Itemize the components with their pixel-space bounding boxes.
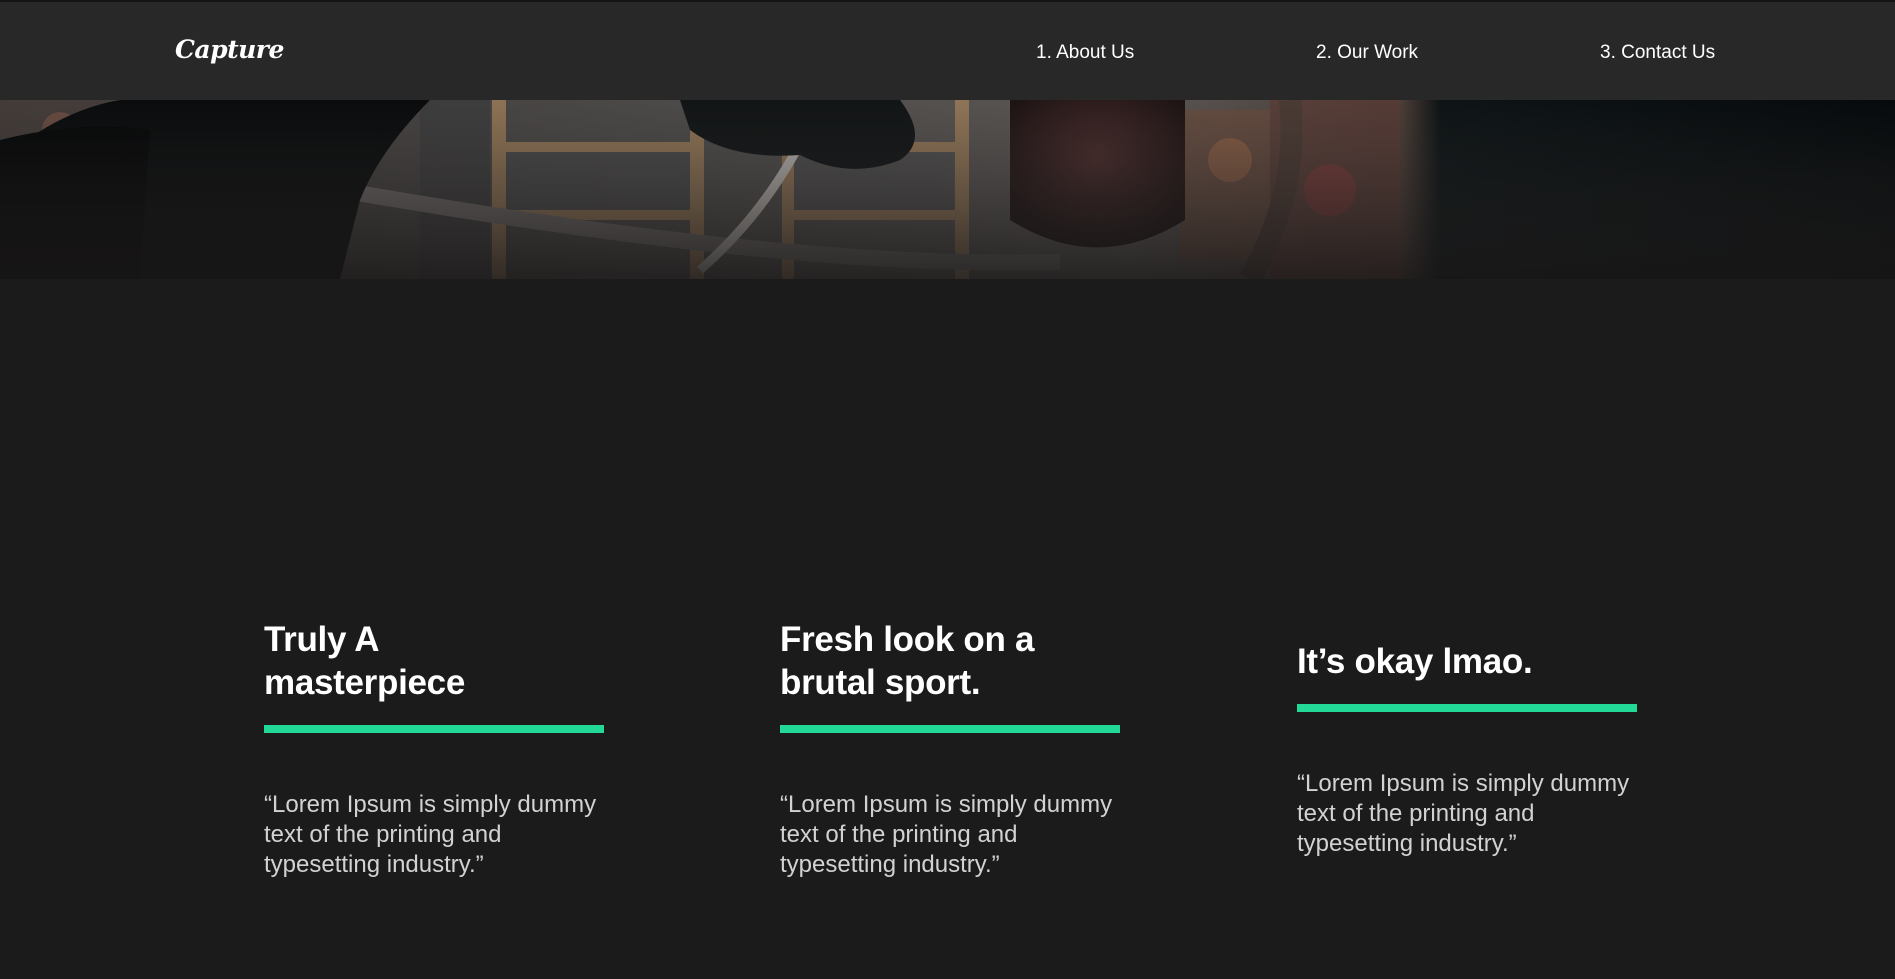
feature-title: Fresh look on a brutal sport. [780, 618, 1120, 704]
hero-image [0, 100, 1895, 279]
feature-card: Fresh look on a brutal sport. “Lorem Ipsu… [780, 618, 1120, 880]
nav-our-work[interactable]: 2. Our Work [1316, 42, 1418, 64]
feature-text: “Lorem Ipsum is simply dummy text of the… [1297, 770, 1630, 857]
feature-title: It’s okay lmao. [1297, 640, 1637, 683]
accent-bar [264, 725, 604, 733]
site-header: Capture 1. About Us 2. Our Work 3. Conta… [0, 0, 1895, 100]
accent-bar [1297, 704, 1637, 712]
page: Capture 1. About Us 2. Our Work 3. Conta… [0, 0, 1895, 979]
nav-about-us[interactable]: 1. About Us [1036, 42, 1134, 64]
feature-text: “Lorem Ipsum is simply dummy text of the… [264, 791, 597, 878]
feature-card: It’s okay lmao. “Lorem Ipsum is simply d… [1297, 640, 1637, 859]
feature-title: Truly A masterpiece [264, 618, 604, 704]
feature-title-line: Fresh look on a [780, 620, 1035, 659]
feature-title-line: masterpiece [264, 663, 465, 702]
feature-card: Truly A masterpiece “Lorem Ipsum is simpl… [264, 618, 604, 880]
feature-title-line: brutal sport. [780, 663, 981, 702]
nav-contact-us[interactable]: 3. Contact Us [1600, 42, 1715, 64]
accent-bar [780, 725, 1120, 733]
boxing-gym-photo [0, 100, 1895, 279]
feature-title-line: It’s okay lmao. [1297, 642, 1533, 681]
logo[interactable]: Capture [175, 35, 284, 64]
feature-title-line: Truly A [264, 620, 380, 659]
feature-text: “Lorem Ipsum is simply dummy text of the… [780, 791, 1113, 878]
